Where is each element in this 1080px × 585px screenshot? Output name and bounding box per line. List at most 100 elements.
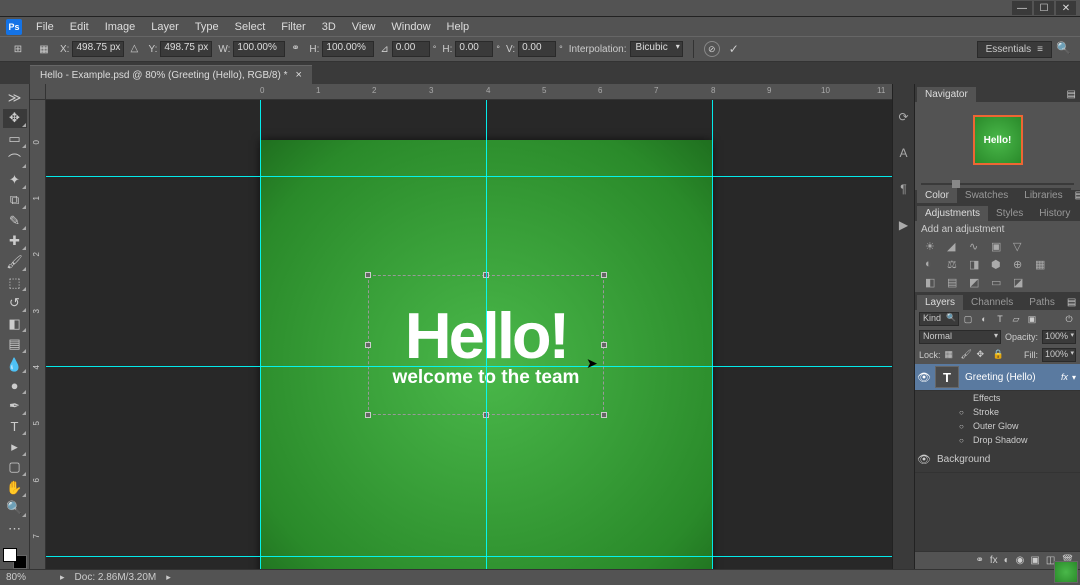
transform-handle[interactable] (365, 342, 371, 348)
path-select-tool[interactable]: ▸ (3, 437, 27, 457)
tab-history[interactable]: History (1031, 206, 1078, 221)
history-panel-icon[interactable]: ⟳ (895, 108, 913, 126)
new-group-icon[interactable]: ▣ (1030, 555, 1039, 566)
color-balance-icon[interactable]: ⚖ (947, 258, 961, 272)
tab-channels[interactable]: Channels (963, 295, 1021, 310)
tab-navigator[interactable]: Navigator (917, 87, 976, 102)
menu-type[interactable]: Type (187, 18, 227, 36)
color-swatches[interactable] (3, 548, 27, 569)
menu-view[interactable]: View (344, 18, 384, 36)
y-input[interactable]: 498.75 px (160, 41, 212, 57)
menu-help[interactable]: Help (439, 18, 478, 36)
tab-adjustments[interactable]: Adjustments (917, 206, 988, 221)
collapse-icon[interactable]: ≫ (3, 88, 27, 108)
paragraph-panel-icon[interactable]: ¶ (895, 180, 913, 198)
menu-edit[interactable]: Edit (62, 18, 97, 36)
menu-file[interactable]: File (28, 18, 62, 36)
ruler-origin[interactable] (30, 84, 46, 100)
pen-tool[interactable]: ✒ (3, 396, 27, 416)
shape-tool[interactable]: ▢ (3, 458, 27, 478)
stamp-tool[interactable]: ⬚ (3, 273, 27, 293)
menu-image[interactable]: Image (97, 18, 144, 36)
blur-tool[interactable]: 💧 (3, 355, 27, 375)
brightness-icon[interactable]: ☀ (925, 240, 939, 254)
skew-v-input[interactable]: 0.00 (518, 41, 556, 57)
minimize-button[interactable]: — (1012, 1, 1032, 15)
crop-tool[interactable]: ⧉ (3, 191, 27, 211)
channel-mixer-icon[interactable]: ⊕ (1013, 258, 1027, 272)
doc-size-info[interactable]: Doc: 2.86M/3.20M (75, 572, 157, 583)
panel-menu-icon[interactable]: ▤ (1063, 87, 1080, 102)
cancel-transform-icon[interactable]: ⊘ (704, 41, 720, 57)
fx-visibility-icon[interactable]: ○ (959, 436, 969, 445)
reference-point-icon[interactable]: ▦ (34, 39, 54, 59)
foreground-color[interactable] (3, 548, 17, 562)
photo-filter-icon[interactable]: ⬢ (991, 258, 1005, 272)
transform-handle[interactable] (601, 412, 607, 418)
filter-type-icon[interactable]: T (993, 312, 1007, 326)
new-fill-icon[interactable]: ◉ (1016, 555, 1025, 566)
exposure-icon[interactable]: ▣ (991, 240, 1005, 254)
filter-shape-icon[interactable]: ▱ (1009, 312, 1023, 326)
collapse-fx-icon[interactable]: ▾ (1072, 373, 1080, 382)
quick-select-tool[interactable]: ✦ (3, 170, 27, 190)
tab-layers[interactable]: Layers (917, 295, 963, 310)
layer-effect-item[interactable]: ○Outer Glow (915, 419, 1080, 433)
filter-adjustment-icon[interactable]: ◐ (977, 312, 991, 326)
status-menu-icon[interactable]: ▸ (166, 572, 171, 583)
filter-toggle-icon[interactable]: ⏻ (1062, 312, 1076, 326)
transform-handle[interactable] (601, 342, 607, 348)
commit-transform-icon[interactable]: ✓ (726, 41, 742, 57)
layer-name[interactable]: Background (933, 454, 1080, 465)
ruler-horizontal[interactable]: 0 1 2 3 4 5 6 7 8 9 10 11 (46, 84, 892, 100)
w-input[interactable]: 100.00% (233, 41, 285, 57)
tab-color[interactable]: Color (917, 188, 957, 203)
lock-pixels-icon[interactable]: 🖌 (961, 349, 973, 361)
layer-row[interactable]: 👁 T Greeting (Hello) fx ▾ (915, 364, 1080, 391)
gradient-tool[interactable]: ▤ (3, 334, 27, 354)
transform-handle[interactable] (601, 272, 607, 278)
opacity-input[interactable]: 100% (1042, 330, 1076, 344)
tab-paths[interactable]: Paths (1021, 295, 1063, 310)
dodge-tool[interactable]: ● (3, 375, 27, 395)
levels-icon[interactable]: ◢ (947, 240, 961, 254)
invert-icon[interactable]: ◧ (925, 276, 939, 290)
hue-icon[interactable]: ◐ (925, 258, 939, 272)
layer-fx-badge[interactable]: fx (1061, 372, 1072, 382)
curves-icon[interactable]: ∿ (969, 240, 983, 254)
guide-horizontal[interactable] (46, 176, 892, 177)
menu-3d[interactable]: 3D (314, 18, 344, 36)
move-tool[interactable]: ✥ (3, 109, 27, 129)
posterize-icon[interactable]: ▤ (947, 276, 961, 290)
guide-horizontal[interactable] (46, 556, 892, 557)
skew-h-input[interactable]: 0.00 (455, 41, 493, 57)
eraser-tool[interactable]: ◧ (3, 314, 27, 334)
tab-styles[interactable]: Styles (988, 206, 1031, 221)
hand-tool[interactable]: ✋ (3, 478, 27, 498)
link-layers-icon[interactable]: ⚭ (975, 555, 983, 566)
gradient-map-icon[interactable]: ▭ (991, 276, 1005, 290)
fx-visibility-icon[interactable]: ○ (959, 422, 969, 431)
lasso-tool[interactable]: ⌒ (3, 150, 27, 170)
fill-input[interactable]: 100% (1042, 348, 1076, 362)
history-brush-tool[interactable]: ↺ (3, 293, 27, 313)
menu-filter[interactable]: Filter (273, 18, 313, 36)
visibility-toggle-icon[interactable]: 👁 (915, 371, 933, 384)
layer-name[interactable]: Greeting (Hello) (961, 372, 1061, 383)
menu-window[interactable]: Window (383, 18, 438, 36)
edit-toolbar[interactable]: ⋯ (3, 519, 27, 539)
tab-swatches[interactable]: Swatches (957, 188, 1016, 203)
filter-pixel-icon[interactable]: ▢ (961, 312, 975, 326)
status-menu-icon[interactable]: ▸ (60, 572, 65, 583)
color-lookup-icon[interactable]: ▦ (1035, 258, 1049, 272)
eyedropper-tool[interactable]: ✎ (3, 211, 27, 231)
layer-mask-icon[interactable]: ◐ (1004, 555, 1010, 566)
menu-layer[interactable]: Layer (143, 18, 187, 36)
zoom-tool[interactable]: 🔍 (3, 499, 27, 519)
fx-visibility-icon[interactable]: ○ (959, 408, 969, 417)
layer-effect-item[interactable]: ○Drop Shadow (915, 433, 1080, 447)
guide-vertical[interactable] (486, 100, 487, 569)
restore-button[interactable]: ☐ (1034, 1, 1054, 15)
type-tool[interactable]: T (3, 417, 27, 437)
guide-horizontal[interactable] (46, 366, 892, 367)
